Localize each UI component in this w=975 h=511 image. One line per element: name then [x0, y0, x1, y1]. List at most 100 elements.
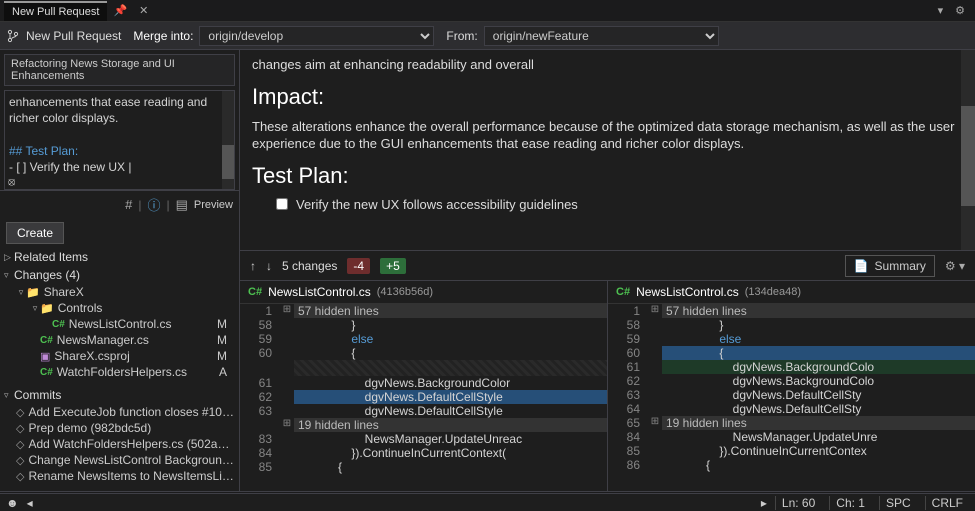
code-line[interactable]: 63 dgvNews.DefaultCellSty	[608, 388, 975, 402]
related-items-section[interactable]: ▷Related Items	[0, 248, 239, 266]
code-line[interactable]: 58 }	[608, 318, 975, 332]
code-line[interactable]: 61 dgvNews.BackgroundColor	[240, 376, 607, 390]
commit-icon: ◇	[16, 470, 24, 483]
info-icon[interactable]: ⓘ	[147, 195, 160, 214]
file-item[interactable]: C#WatchFoldersHelpers.csA	[0, 364, 239, 380]
new-pr-label: New Pull Request	[26, 29, 121, 43]
preview-label[interactable]: Preview	[194, 199, 233, 211]
code-line[interactable]: 63 dgvNews.DefaultCellStyle	[240, 404, 607, 418]
impact-text: These alterations enhance the overall pe…	[252, 118, 963, 153]
commit-item[interactable]: ◇Prep demo (982bdc5d)	[0, 420, 239, 436]
code-line[interactable]	[240, 360, 607, 376]
csproj-icon: ▣	[40, 350, 50, 363]
preview-icon[interactable]: ▤	[176, 197, 188, 213]
checklist-item[interactable]: Verify the new UX follows accessibility …	[252, 197, 963, 212]
changes-count: 5 changes	[282, 259, 337, 273]
gear-icon[interactable]: ⚙	[949, 4, 971, 17]
additions-badge: +5	[380, 258, 406, 274]
create-button[interactable]: Create	[6, 222, 64, 244]
file-name: NewsListControl.cs	[268, 285, 371, 299]
commit-hash: (4136b56d)	[377, 286, 433, 298]
source-branch-select[interactable]: origin/newFeature	[484, 26, 719, 46]
changes-tree: ▷Related Items ▿Changes (4) ▿📁ShareX ▿📁C…	[0, 248, 239, 491]
deletions-badge: -4	[347, 258, 370, 274]
code-line[interactable]: 61 dgvNews.BackgroundColo	[608, 360, 975, 374]
file-item[interactable]: C#NewsListControl.csM	[0, 316, 239, 332]
pin-icon[interactable]: 📌	[107, 4, 133, 17]
code-lines-left[interactable]: 1⊞57 hidden lines58 }59 else60 { 61 dgvNe…	[240, 304, 607, 491]
markdown-preview: changes aim at enhancing readability and…	[240, 50, 975, 250]
file-header-left: C# NewsListControl.cs (4136b56d)	[240, 281, 607, 304]
file-item[interactable]: ▣ShareX.csprojM	[0, 348, 239, 364]
desc-scrollbar[interactable]	[222, 91, 234, 189]
code-line[interactable]: 59 else	[608, 332, 975, 346]
diff-left-pane: C# NewsListControl.cs (4136b56d) 1⊞57 hi…	[240, 281, 608, 491]
commit-item[interactable]: ◇Change NewsListControl Background Color…	[0, 452, 239, 468]
code-line[interactable]: 85 {	[240, 460, 607, 474]
commit-icon: ◇	[16, 406, 24, 419]
cs-file-icon: C#	[616, 286, 630, 298]
code-line[interactable]: 84 NewsManager.UpdateUnre	[608, 430, 975, 444]
window-title: New Pull Request	[4, 1, 107, 21]
preview-scrollbar[interactable]	[961, 50, 975, 250]
file-header-right: C# NewsListControl.cs (134dea48)	[608, 281, 975, 304]
right-panel: changes aim at enhancing readability and…	[240, 50, 975, 491]
diff-right-pane: C# NewsListControl.cs (134dea48) 1⊞57 hi…	[608, 281, 975, 491]
commit-icon: ◇	[16, 422, 24, 435]
folder-icon: 📁	[26, 286, 40, 299]
summary-button[interactable]: 📄Summary	[845, 255, 935, 277]
checklist-label: Verify the new UX follows accessibility …	[296, 197, 578, 212]
summary-icon: 📄	[854, 259, 869, 273]
changes-section[interactable]: ▿Changes (4)	[0, 266, 239, 284]
code-line[interactable]: 86 {	[608, 458, 975, 472]
dropdown-icon[interactable]: ▾	[932, 4, 950, 17]
code-line[interactable]: 83 NewsManager.UpdateUnreac	[240, 432, 607, 446]
prev-change-icon[interactable]: ↑	[250, 259, 256, 273]
code-lines-right[interactable]: 1⊞57 hidden lines58 }59 else60 {61 dgvNe…	[608, 304, 975, 491]
commit-icon: ◇	[16, 454, 24, 467]
cs-file-icon: C#	[40, 335, 53, 346]
pr-toolbar: New Pull Request Merge into: origin/deve…	[0, 22, 975, 50]
commit-hash: (134dea48)	[745, 286, 801, 298]
folder-sharex[interactable]: ▿📁ShareX	[0, 284, 239, 300]
code-line[interactable]: 1⊞57 hidden lines	[240, 304, 607, 318]
commit-item[interactable]: ◇Add WatchFoldersHelpers.cs (502a3629)	[0, 436, 239, 452]
testplan-heading: Test Plan:	[252, 163, 963, 189]
window-titlebar: New Pull Request 📌 ✕ ▾ ⚙	[0, 0, 975, 22]
code-line[interactable]: 1⊞57 hidden lines	[608, 304, 975, 318]
code-line[interactable]: ⊞19 hidden lines	[240, 418, 607, 432]
merge-into-label: Merge into:	[133, 29, 193, 43]
pr-description-editor[interactable]: enhancements that ease reading and riche…	[4, 90, 235, 190]
code-line[interactable]: 64 dgvNews.DefaultCellSty	[608, 402, 975, 416]
folder-controls[interactable]: ▿📁Controls	[0, 300, 239, 316]
code-line[interactable]: 60 {	[608, 346, 975, 360]
hash-icon[interactable]: #	[125, 197, 132, 212]
cs-file-icon: C#	[40, 367, 53, 378]
code-line[interactable]: 84 }).ContinueInCurrentContext(	[240, 446, 607, 460]
pr-title-input[interactable]: Refactoring News Storage and UI Enhancem…	[4, 54, 235, 86]
spellcheck-icon: ⦻	[8, 176, 15, 189]
from-label: From:	[446, 29, 477, 43]
diff-viewer: ↑ ↓ 5 changes -4 +5 📄Summary ⚙ ▾ C# News…	[240, 250, 975, 491]
checkbox[interactable]	[276, 198, 288, 210]
code-line[interactable]: 65⊞19 hidden lines	[608, 416, 975, 430]
branch-icon	[6, 29, 20, 43]
diff-settings-icon[interactable]: ⚙ ▾	[945, 259, 965, 273]
commit-item[interactable]: ◇Rename NewsItems to NewsItemsList #19 (…	[0, 468, 239, 484]
close-tab-icon[interactable]: ✕	[133, 4, 154, 17]
code-line[interactable]: 60 {	[240, 346, 607, 360]
commit-item[interactable]: ◇Add ExecuteJob function closes #10 (134…	[0, 404, 239, 420]
file-name: NewsListControl.cs	[636, 285, 739, 299]
code-line[interactable]: 85 }).ContinueInCurrentContex	[608, 444, 975, 458]
preview-text: changes aim at enhancing readability and…	[252, 56, 963, 74]
file-item[interactable]: C#NewsManager.csM	[0, 332, 239, 348]
code-line[interactable]: 62 dgvNews.BackgroundColo	[608, 374, 975, 388]
impact-heading: Impact:	[252, 84, 963, 110]
code-line[interactable]: 58 }	[240, 318, 607, 332]
cs-file-icon: C#	[248, 286, 262, 298]
target-branch-select[interactable]: origin/develop	[199, 26, 434, 46]
code-line[interactable]: 62 dgvNews.DefaultCellStyle	[240, 390, 607, 404]
code-line[interactable]: 59 else	[240, 332, 607, 346]
commits-section[interactable]: ▿Commits	[0, 386, 239, 404]
next-change-icon[interactable]: ↓	[266, 259, 272, 273]
